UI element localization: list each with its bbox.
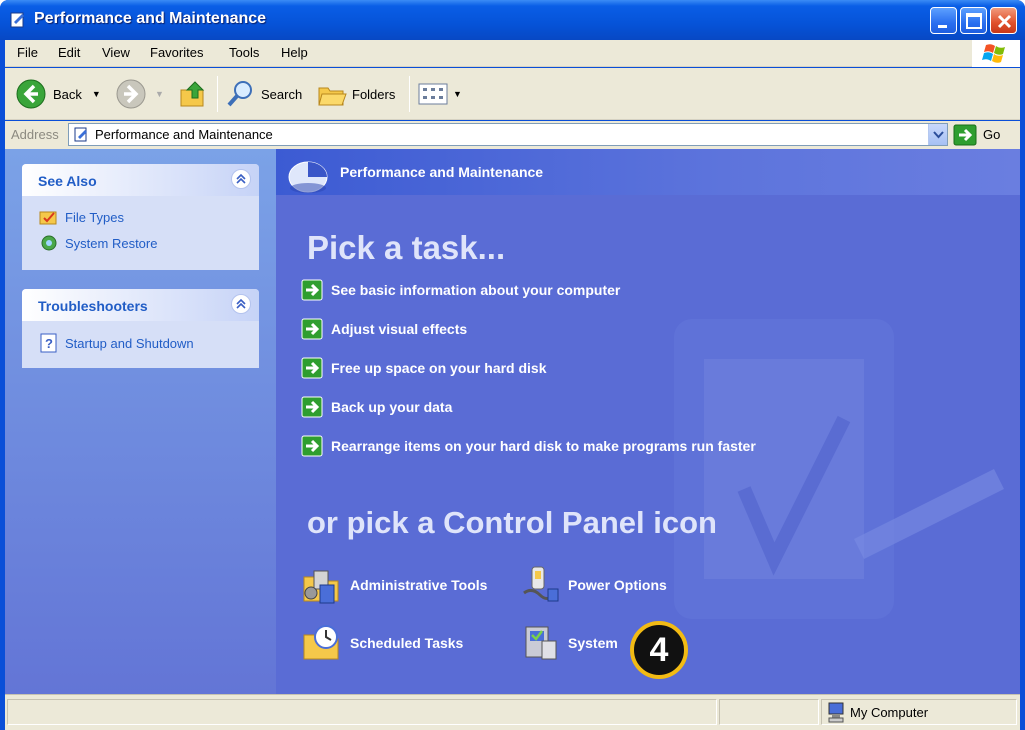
task-arrow-icon — [301, 318, 323, 340]
task-link[interactable]: Adjust visual effects — [301, 318, 467, 340]
menu-file[interactable]: File — [17, 45, 38, 60]
collapse-chevron-icon[interactable] — [231, 169, 251, 189]
task-link[interactable]: Free up space on your hard disk — [301, 357, 547, 379]
search-button[interactable]: Search — [225, 76, 302, 112]
scheduled-tasks-icon — [303, 625, 339, 660]
views-icon — [418, 83, 448, 105]
task-link[interactable]: Back up your data — [301, 396, 452, 418]
title-bar[interactable]: Performance and Maintenance — [0, 0, 1025, 40]
search-icon — [227, 81, 252, 107]
administrative-tools-link[interactable]: Administrative Tools — [300, 563, 487, 607]
go-button[interactable]: Go — [953, 123, 1000, 146]
system-icon — [525, 626, 557, 660]
menu-help[interactable]: Help — [281, 45, 308, 60]
status-secondary-cell — [719, 699, 819, 725]
task-arrow-icon — [301, 396, 323, 418]
windows-logo-icon — [972, 40, 1020, 67]
menu-favorites[interactable]: Favorites — [150, 45, 203, 60]
category-watermark-icon — [674, 319, 1004, 619]
explorer-window: Performance and Maintenance File Edit Vi… — [0, 0, 1025, 730]
power-options-icon — [523, 566, 559, 602]
system-restore-icon — [41, 235, 57, 251]
back-button[interactable]: Back ▼ — [15, 76, 101, 112]
see-also-title: See Also — [38, 173, 97, 189]
back-dropdown-icon[interactable]: ▼ — [92, 89, 101, 99]
go-label: Go — [983, 127, 1001, 142]
status-main-cell — [7, 699, 717, 725]
forward-arrow-icon — [116, 79, 146, 109]
address-label: Address — [11, 127, 59, 142]
control-panel-icon — [10, 12, 24, 28]
address-value: Performance and Maintenance — [95, 127, 273, 142]
see-also-header[interactable]: See Also — [22, 164, 259, 196]
main-content: Performance and Maintenance Pick a task.… — [276, 149, 1020, 694]
see-also-panel: See Also File Types System Restore — [22, 164, 259, 270]
startup-shutdown-link[interactable]: ? Startup and Shutdown — [39, 333, 194, 353]
power-options-link[interactable]: Power Options — [518, 563, 667, 607]
window-title: Performance and Maintenance — [34, 10, 267, 27]
svg-text:?: ? — [45, 336, 53, 351]
system-link[interactable]: System — [518, 621, 618, 665]
close-button[interactable] — [990, 7, 1017, 34]
address-input[interactable]: Performance and Maintenance — [68, 123, 948, 146]
task-arrow-icon — [301, 279, 323, 301]
scheduled-tasks-link[interactable]: Scheduled Tasks — [300, 621, 463, 665]
menu-bar: File Edit View Favorites Tools Help — [5, 40, 1020, 67]
pick-task-heading: Pick a task... — [307, 229, 506, 266]
pick-icon-heading: or pick a Control Panel icon — [307, 505, 717, 540]
folders-icon — [318, 87, 347, 106]
task-pane: See Also File Types System Restore Troub… — [5, 149, 276, 694]
up-button[interactable] — [177, 76, 209, 112]
collapse-chevron-icon[interactable] — [231, 294, 251, 314]
up-folder-icon — [180, 81, 205, 107]
go-arrow-icon — [953, 124, 977, 145]
back-label: Back — [53, 86, 82, 102]
system-restore-link[interactable]: System Restore — [39, 234, 157, 252]
task-link[interactable]: See basic information about your compute… — [301, 279, 620, 301]
status-bar: My Computer — [5, 694, 1020, 730]
folders-label: Folders — [352, 86, 396, 102]
troubleshooters-header[interactable]: Troubleshooters — [22, 289, 259, 321]
standard-toolbar: Back ▼ ▼ Search Folders ▼ — [5, 68, 1020, 120]
performance-maintenance-icon — [288, 161, 328, 193]
minimize-button[interactable] — [930, 7, 957, 34]
file-types-link[interactable]: File Types — [39, 208, 124, 226]
views-dropdown-icon[interactable]: ▼ — [453, 89, 462, 99]
category-header: Performance and Maintenance — [276, 149, 1020, 195]
menu-edit[interactable]: Edit — [58, 45, 80, 60]
task-arrow-icon — [301, 357, 323, 379]
forward-button[interactable]: ▼ — [115, 76, 164, 112]
troubleshooters-panel: Troubleshooters ? Startup and Shutdown — [22, 289, 259, 368]
status-zone-text: My Computer — [850, 705, 929, 720]
chevron-down-icon — [933, 131, 944, 139]
forward-dropdown-icon[interactable]: ▼ — [155, 89, 164, 99]
back-arrow-icon — [16, 79, 46, 109]
troubleshooters-title: Troubleshooters — [38, 298, 148, 314]
file-types-icon — [39, 211, 57, 225]
address-bar: Address Performance and Maintenance Go — [5, 121, 1020, 149]
step-number-badge: 4 — [630, 621, 688, 679]
my-computer-icon — [828, 702, 844, 723]
folders-button[interactable]: Folders — [316, 76, 395, 112]
menu-view[interactable]: View — [102, 45, 130, 60]
task-arrow-icon — [301, 435, 323, 457]
help-icon: ? — [40, 333, 57, 353]
task-link[interactable]: Rearrange items on your hard disk to mak… — [301, 435, 756, 457]
views-button[interactable]: ▼ — [417, 76, 462, 112]
search-label: Search — [261, 86, 303, 102]
menu-tools[interactable]: Tools — [229, 45, 259, 60]
maximize-button[interactable] — [960, 7, 987, 34]
address-dropdown-button[interactable] — [928, 124, 947, 145]
administrative-tools-icon — [303, 570, 339, 604]
control-panel-icon — [74, 127, 87, 142]
category-title: Performance and Maintenance — [340, 164, 544, 180]
